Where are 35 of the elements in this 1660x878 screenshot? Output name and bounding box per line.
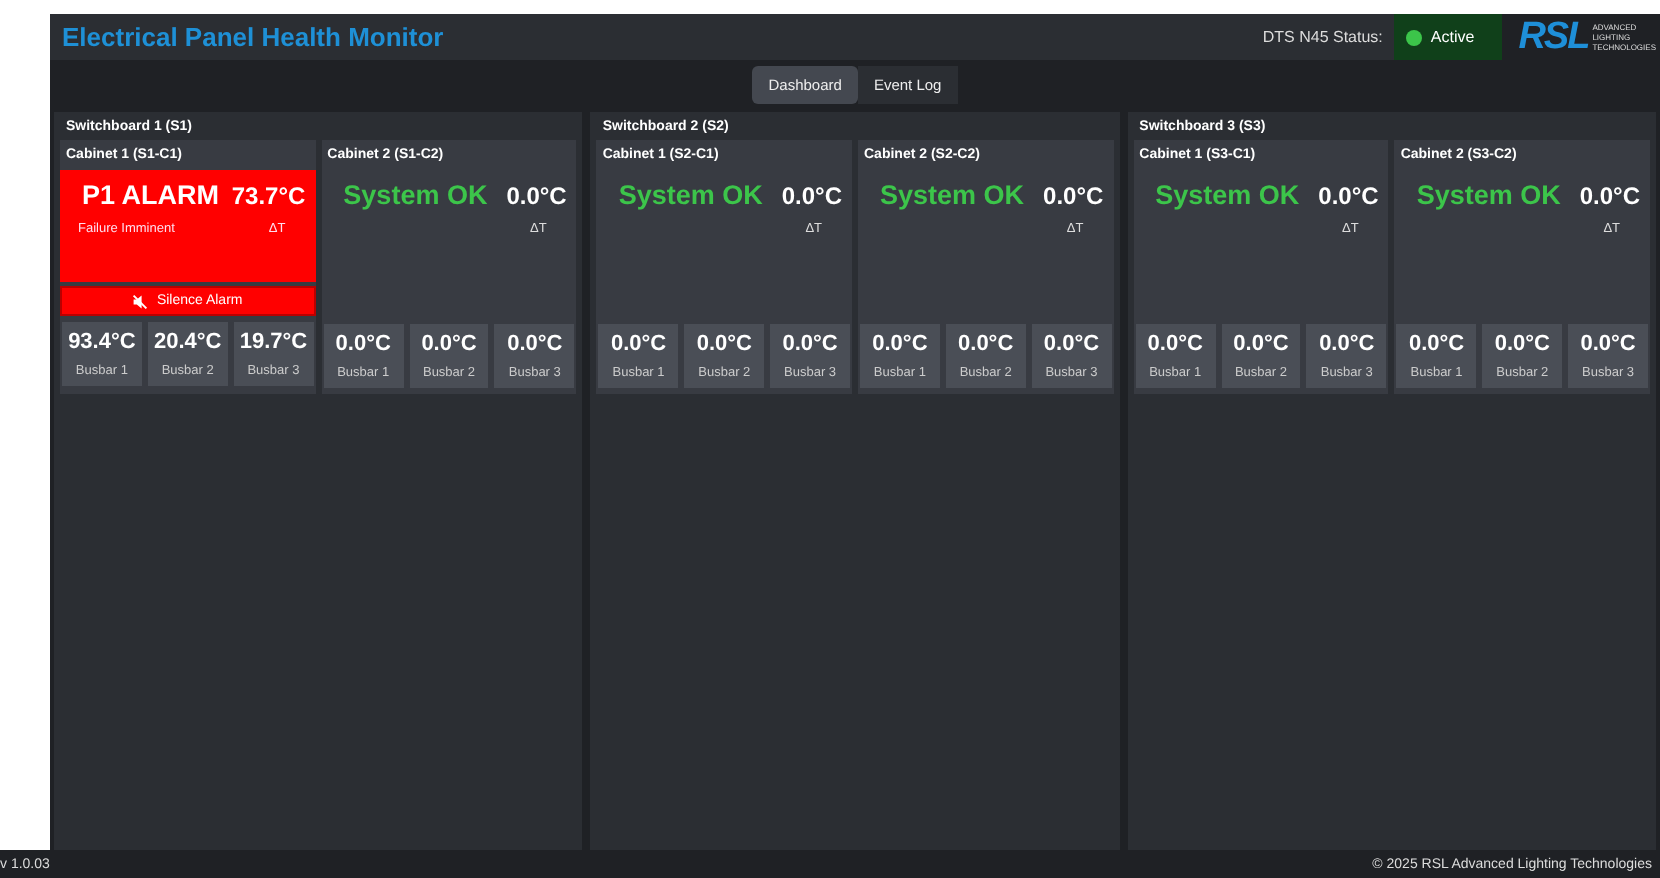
busbar-temperature: 0.0°C [1043, 332, 1100, 356]
busbar-temperature: 0.0°C [872, 332, 928, 356]
status-text: Active [1430, 28, 1475, 46]
status-label: DTS N45 Status: [1262, 28, 1383, 46]
busbar-temperature: 93.4°C [68, 330, 136, 354]
delta-temperature: 0.0°C [1579, 181, 1640, 209]
delta-temperature: 0.0°C [781, 181, 842, 209]
logo-mark: RSL [1518, 15, 1589, 59]
status-title: P1 ALARM [82, 180, 220, 210]
status-title: System OK [618, 180, 763, 210]
busbar-temperature: 0.0°C [1494, 332, 1550, 356]
busbar-temperature: 19.7°C [239, 330, 308, 354]
status-title: System OK [880, 180, 1025, 210]
busbar-temperature: 0.0°C [421, 332, 477, 356]
delta-temperature: 0.0°C [1318, 181, 1379, 209]
mute-icon [132, 293, 149, 309]
busbar-temperature: 0.0°C [610, 332, 667, 356]
busbar-temperature: 0.0°C [1580, 332, 1636, 356]
busbar-temperature: 0.0°C [782, 332, 838, 356]
busbar-temperature: 0.0°C [958, 332, 1014, 356]
status-title: System OK [343, 180, 488, 210]
delta-temperature: 0.0°C [1043, 181, 1104, 209]
busbar-temperature: 0.0°C [507, 332, 563, 356]
app-title: Electrical Panel Health Monitor [62, 22, 446, 52]
delta-temperature: 73.7°C [231, 181, 306, 209]
busbar-temperature: 0.0°C [1319, 332, 1375, 356]
delta-temperature: 0.0°C [506, 181, 567, 209]
busbar-temperature: 0.0°C [1147, 332, 1203, 356]
busbar-temperature: 20.4°C [153, 330, 222, 354]
busbar-temperature: 0.0°C [335, 332, 391, 356]
busbar-temperature: 0.0°C [1233, 332, 1289, 356]
busbar-temperature: 0.0°C [1408, 332, 1465, 356]
busbar-temperature: 0.0°C [696, 332, 752, 356]
status-title: System OK [1155, 180, 1300, 210]
status-title: System OK [1416, 180, 1561, 210]
